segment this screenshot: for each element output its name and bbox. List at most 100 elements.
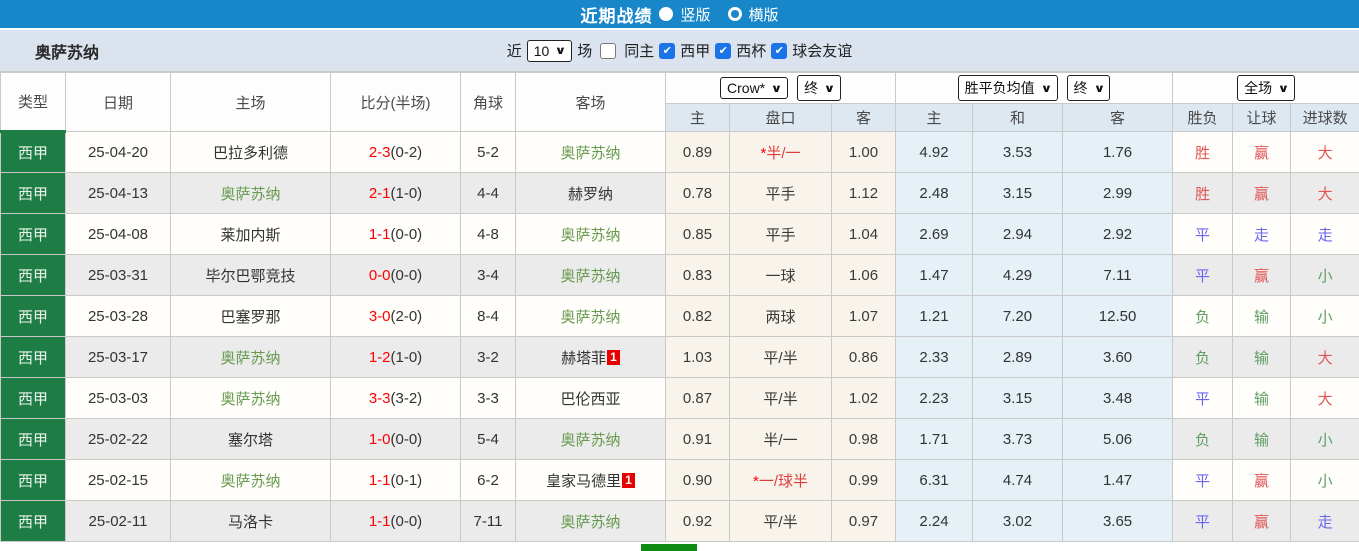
bookmaker-select[interactable]: Crow* ∨ bbox=[720, 77, 788, 99]
away-team-cell[interactable]: 皇家马德里1 bbox=[516, 460, 666, 501]
home-team-name[interactable]: 塞尔塔 bbox=[228, 432, 273, 449]
halftime-score: (0-0) bbox=[391, 267, 423, 284]
fulltime-score: 2-1 bbox=[369, 185, 391, 202]
home-team-cell[interactable]: 巴塞罗那 bbox=[171, 296, 331, 337]
avg-away-cell: 7.11 bbox=[1063, 255, 1173, 296]
match-date: 25-03-17 bbox=[66, 337, 171, 378]
match-date: 25-02-15 bbox=[66, 460, 171, 501]
avg-away-cell: 1.76 bbox=[1063, 132, 1173, 173]
away-team-name[interactable]: 奥萨苏纳 bbox=[560, 268, 620, 285]
home-team-name[interactable]: 巴塞罗那 bbox=[220, 309, 280, 326]
odds-home-cell: 0.90 bbox=[666, 460, 730, 501]
table-row: 西甲 25-04-08 莱加内斯 1-1(0-0) 4-8 奥萨苏纳 0.85 … bbox=[1, 214, 1359, 255]
away-team-cell[interactable]: 奥萨苏纳 bbox=[516, 132, 666, 173]
score-cell: 2-1(1-0) bbox=[331, 173, 461, 214]
away-team-name[interactable]: 奥萨苏纳 bbox=[560, 227, 620, 244]
away-team-name[interactable]: 奥萨苏纳 bbox=[560, 432, 620, 449]
home-team-name[interactable]: 奥萨苏纳 bbox=[220, 473, 280, 490]
same-home-checkbox[interactable] bbox=[600, 43, 616, 59]
result-goals-cell: 大 bbox=[1291, 337, 1359, 378]
fulltime-score: 1-1 bbox=[369, 226, 391, 243]
home-team-name[interactable]: 毕尔巴鄂竞技 bbox=[205, 268, 295, 285]
halftime-score: (1-0) bbox=[391, 349, 423, 366]
league-cup-checkbox[interactable]: ✔ bbox=[715, 43, 731, 59]
layout-horizontal-radio-icon[interactable] bbox=[728, 7, 742, 21]
match-date: 25-04-08 bbox=[66, 214, 171, 255]
away-team-name[interactable]: 赫塔菲 bbox=[561, 350, 606, 367]
away-team-name[interactable]: 奥萨苏纳 bbox=[560, 145, 620, 162]
halftime-score: (0-0) bbox=[391, 431, 423, 448]
league-type-badge: 西甲 bbox=[1, 132, 66, 173]
odds-home-cell: 0.82 bbox=[666, 296, 730, 337]
average-type-select[interactable]: 胜平负均值 ∨ bbox=[958, 75, 1058, 101]
result-handicap-cell: 赢 bbox=[1233, 173, 1291, 214]
away-team-cell[interactable]: 奥萨苏纳 bbox=[516, 501, 666, 542]
away-team-name[interactable]: 奥萨苏纳 bbox=[560, 309, 620, 326]
layout-vertical-label[interactable]: 竖版 bbox=[680, 4, 710, 25]
league-friendly-checkbox[interactable]: ✔ bbox=[771, 43, 787, 59]
home-team-cell[interactable]: 莱加内斯 bbox=[171, 214, 331, 255]
home-team-cell[interactable]: 毕尔巴鄂竞技 bbox=[171, 255, 331, 296]
league-liga-checkbox[interactable]: ✔ bbox=[659, 43, 675, 59]
league-friendly-label[interactable]: 球会友谊 bbox=[792, 40, 852, 61]
home-team-name[interactable]: 奥萨苏纳 bbox=[220, 186, 280, 203]
halftime-score: (0-2) bbox=[391, 144, 423, 161]
away-team-cell[interactable]: 奥萨苏纳 bbox=[516, 255, 666, 296]
away-team-cell[interactable]: 奥萨苏纳 bbox=[516, 214, 666, 255]
bookmaker-value: Crow* bbox=[727, 80, 765, 96]
result-wdl-cell: 平 bbox=[1173, 501, 1233, 542]
table-row: 西甲 25-02-15 奥萨苏纳 1-1(0-1) 6-2 皇家马德里1 0.9… bbox=[1, 460, 1359, 501]
avg-home-cell: 6.31 bbox=[896, 460, 973, 501]
fulltime-score: 0-0 bbox=[369, 267, 391, 284]
result-goals-cell: 大 bbox=[1291, 132, 1359, 173]
handicap-text: 半/一 bbox=[766, 145, 800, 162]
home-team-name[interactable]: 莱加内斯 bbox=[220, 227, 280, 244]
match-count-select[interactable]: 10 ∨ bbox=[527, 40, 573, 62]
odds-home-cell: 0.87 bbox=[666, 378, 730, 419]
scope-select[interactable]: 全场 ∨ bbox=[1237, 75, 1295, 101]
score-cell: 1-1(0-0) bbox=[331, 501, 461, 542]
home-team-cell[interactable]: 巴拉多利德 bbox=[171, 132, 331, 173]
home-team-cell[interactable]: 奥萨苏纳 bbox=[171, 378, 331, 419]
avg-away-cell: 2.99 bbox=[1063, 173, 1173, 214]
handicap-cell: 平/半 bbox=[730, 337, 832, 378]
bookmaker-state-select[interactable]: 终 ∨ bbox=[797, 75, 841, 101]
away-team-name[interactable]: 巴伦西亚 bbox=[560, 391, 620, 408]
league-type-badge: 西甲 bbox=[1, 460, 66, 501]
home-team-name[interactable]: 马洛卡 bbox=[228, 514, 273, 531]
handicap-text: 一球 bbox=[765, 268, 795, 285]
away-team-name[interactable]: 皇家马德里 bbox=[546, 473, 621, 490]
same-home-label[interactable]: 同主 bbox=[624, 40, 654, 61]
away-team-cell[interactable]: 赫罗纳 bbox=[516, 173, 666, 214]
home-team-cell[interactable]: 奥萨苏纳 bbox=[171, 173, 331, 214]
average-state-select[interactable]: 终 ∨ bbox=[1067, 75, 1111, 101]
league-liga-label[interactable]: 西甲 bbox=[680, 40, 710, 61]
home-team-name[interactable]: 巴拉多利德 bbox=[213, 145, 288, 162]
avg-draw-cell: 2.89 bbox=[973, 337, 1063, 378]
score-cell: 0-0(0-0) bbox=[331, 255, 461, 296]
away-team-cell[interactable]: 奥萨苏纳 bbox=[516, 296, 666, 337]
handicap-cell: 平/半 bbox=[730, 501, 832, 542]
home-team-name[interactable]: 奥萨苏纳 bbox=[220, 350, 280, 367]
away-team-name[interactable]: 赫罗纳 bbox=[568, 186, 613, 203]
home-team-cell[interactable]: 奥萨苏纳 bbox=[171, 460, 331, 501]
layout-vertical-radio-selected-icon[interactable] bbox=[659, 7, 673, 21]
handicap-text: 平/半 bbox=[763, 514, 797, 531]
home-team-name[interactable]: 奥萨苏纳 bbox=[220, 391, 280, 408]
result-wdl-cell: 胜 bbox=[1173, 173, 1233, 214]
league-cup-label[interactable]: 西杯 bbox=[736, 40, 766, 61]
home-team-cell[interactable]: 马洛卡 bbox=[171, 501, 331, 542]
layout-horizontal-label[interactable]: 横版 bbox=[749, 4, 779, 25]
home-team-cell[interactable]: 奥萨苏纳 bbox=[171, 337, 331, 378]
avg-away-cell: 5.06 bbox=[1063, 419, 1173, 460]
away-team-cell[interactable]: 赫塔菲1 bbox=[516, 337, 666, 378]
away-team-cell[interactable]: 巴伦西亚 bbox=[516, 378, 666, 419]
result-wdl-cell: 负 bbox=[1173, 419, 1233, 460]
away-team-cell[interactable]: 奥萨苏纳 bbox=[516, 419, 666, 460]
average-type-value: 胜平负均值 bbox=[965, 78, 1035, 98]
away-team-name[interactable]: 奥萨苏纳 bbox=[560, 514, 620, 531]
home-team-cell[interactable]: 塞尔塔 bbox=[171, 419, 331, 460]
result-wdl-cell: 平 bbox=[1173, 460, 1233, 501]
avg-away-cell: 3.60 bbox=[1063, 337, 1173, 378]
corner-cell: 5-2 bbox=[461, 132, 516, 173]
